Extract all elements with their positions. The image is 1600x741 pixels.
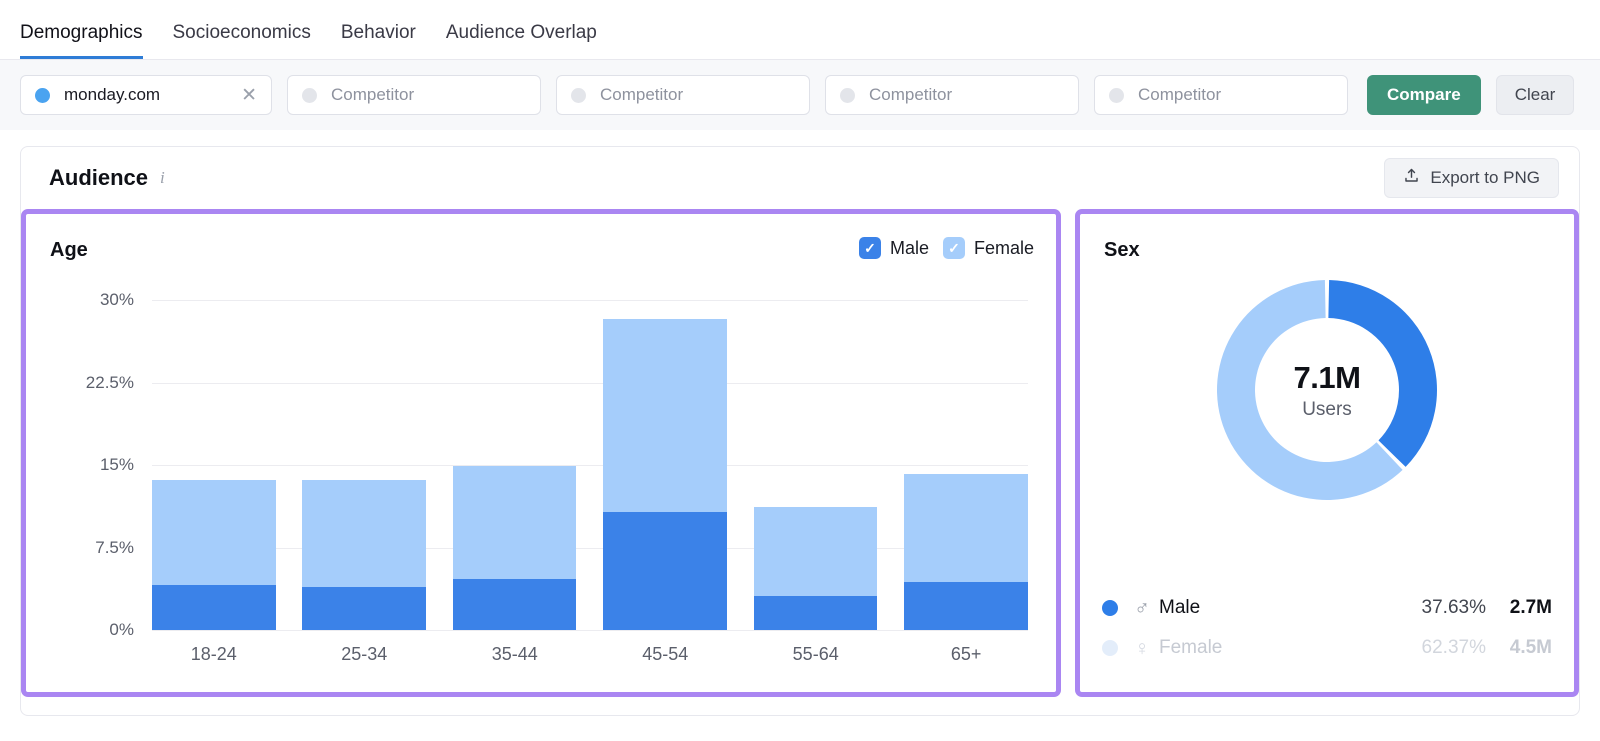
y-axis-tick-label: 30% [99, 290, 134, 309]
gridline: 0% [109, 620, 1028, 639]
demographics-panels: Age ✓ Male ✓ Female 0% 7.5% 15% 22.5% 30% 18… [21, 209, 1579, 709]
tab-audience-overlap[interactable]: Audience Overlap [446, 22, 597, 59]
export-to-png-button[interactable]: Export to PNG [1384, 158, 1559, 198]
domain-chip-mondaycom[interactable]: monday.com ✕ [20, 75, 272, 115]
stacked-bar [753, 506, 878, 630]
tab-demographics[interactable]: Demographics [20, 22, 143, 59]
age-bar-chart: 0% 7.5% 15% 22.5% 30% 18-24 25-34 35-44 45-54 55… [46, 284, 1042, 682]
audience-card-header: Audience i Export to PNG [21, 147, 1579, 209]
competitor-placeholder-4: Competitor [1138, 85, 1222, 104]
y-axis-tick-label: 0% [109, 620, 134, 639]
bar-group[interactable] [152, 300, 276, 630]
stacked-bar [452, 466, 577, 630]
competitor-color-dot [1109, 87, 1124, 103]
competitor-color-dot [840, 87, 855, 103]
sex-chart-panel: Sex 7.1M Users ♂ Male 37.63% 2.7M ♀ Fema… [1075, 209, 1579, 697]
competitor-placeholder-3: Competitor [869, 85, 953, 104]
bar-segment-male [152, 584, 276, 630]
checkbox-checked-icon: ✓ [858, 237, 881, 259]
stacked-bar [603, 318, 727, 630]
stacked-bar [904, 473, 1028, 630]
male-gender-icon: ♂ [1134, 596, 1150, 620]
upload-icon [1403, 167, 1420, 189]
age-chart-legend: ✓ Male ✓ Female [858, 237, 1034, 259]
bar-segment-male [452, 578, 577, 630]
info-icon[interactable]: i [160, 168, 165, 188]
competitor-color-dot [571, 87, 586, 103]
competitor-color-dot [302, 87, 317, 103]
bar-group[interactable] [452, 300, 577, 630]
main-tab-bar: Demographics Socioeconomics Behavior Aud… [0, 0, 1600, 60]
x-axis-tick-label: 35-44 [491, 644, 538, 664]
competitor-input-2[interactable]: Competitor [556, 75, 810, 115]
bar-group[interactable] [603, 300, 727, 630]
legend-name-male: Male [1159, 597, 1201, 618]
bar-segment-male [904, 581, 1028, 630]
x-axis-labels: 18-24 25-34 35-44 45-54 55-64 65+ [152, 644, 1028, 665]
x-axis-tick-label: 25-34 [341, 644, 388, 664]
bar-group[interactable] [302, 300, 426, 630]
domain-color-dot [35, 87, 50, 103]
audience-card: Audience i Export to PNG Age ✓ Male ✓ Fe… [20, 146, 1580, 716]
y-axis-tick-label: 7.5% [95, 537, 134, 557]
y-axis-tick-label: 22.5% [85, 372, 134, 392]
bar-group[interactable] [904, 300, 1028, 630]
legend-percent-male: 37.63% [1421, 597, 1486, 618]
competitor-placeholder-2: Competitor [600, 85, 684, 104]
bar-segment-male [753, 595, 878, 630]
x-axis-tick-label: 65+ [950, 644, 982, 664]
legend-row-female[interactable]: ♀ Female 62.37% 4.5M [1102, 628, 1552, 668]
close-icon[interactable]: ✕ [241, 86, 257, 105]
competitor-placeholder-1: Competitor [331, 85, 415, 104]
tab-behavior[interactable]: Behavior [341, 22, 416, 59]
legend-value-male: 2.7M [1509, 597, 1552, 618]
sex-donut-chart[interactable]: 7.1M Users [1207, 270, 1447, 510]
compare-button[interactable]: Compare [1367, 75, 1481, 115]
legend-label-female: Female [973, 237, 1034, 258]
legend-dot-female [1102, 640, 1118, 656]
sex-donut-wrap: 7.1M Users [1080, 270, 1574, 510]
page-title: Audience [49, 165, 149, 190]
stacked-bar [152, 480, 276, 630]
female-gender-icon: ♀ [1134, 636, 1150, 660]
legend-checkbox-male[interactable]: ✓ Male [858, 237, 929, 259]
legend-name-female: Female [1159, 637, 1223, 658]
age-plot-area: 0% 7.5% 15% 22.5% 30% [86, 290, 1028, 639]
legend-row-male[interactable]: ♂ Male 37.63% 2.7M [1102, 588, 1552, 628]
competitor-input-3[interactable]: Competitor [825, 75, 1079, 115]
age-panel-title: Age [50, 239, 88, 261]
competitor-input-4[interactable]: Competitor [1094, 75, 1348, 115]
bar-group[interactable] [753, 300, 878, 630]
competitor-input-1[interactable]: Competitor [287, 75, 541, 115]
y-axis-tick-label: 15% [99, 455, 134, 474]
donut-total-users: 7.1M [1293, 359, 1361, 395]
bar-series [152, 300, 1028, 630]
clear-button[interactable]: Clear [1495, 75, 1575, 115]
bar-segment-male [603, 512, 727, 630]
legend-percent-female: 62.37% [1421, 637, 1486, 658]
legend-checkbox-female[interactable]: ✓ Female [942, 237, 1034, 259]
sex-panel-title: Sex [1104, 239, 1140, 261]
tab-socioeconomics[interactable]: Socioeconomics [173, 22, 311, 59]
x-axis-tick-label: 45-54 [642, 644, 689, 664]
domain-chip-label: monday.com [64, 85, 161, 104]
donut-users-label: Users [1302, 398, 1352, 420]
legend-label-male: Male [889, 237, 929, 258]
donut-center-text: 7.1M Users [1207, 270, 1447, 510]
x-axis-tick-label: 55-64 [792, 644, 839, 664]
checkbox-checked-icon: ✓ [942, 237, 965, 259]
sex-legend: ♂ Male 37.63% 2.7M ♀ Female 62.37% 4.5M [1102, 588, 1552, 668]
stacked-bar [302, 480, 426, 630]
competitor-compare-bar: monday.com ✕ Competitor Competitor Compe… [0, 60, 1600, 130]
export-button-label: Export to PNG [1430, 168, 1540, 187]
legend-dot-male [1102, 600, 1118, 616]
age-chart-panel: Age ✓ Male ✓ Female 0% 7.5% 15% 22.5% 30% 18… [21, 209, 1061, 697]
x-axis-tick-label: 18-24 [190, 644, 237, 664]
bar-segment-male [302, 587, 426, 630]
legend-value-female: 4.5M [1509, 637, 1552, 658]
